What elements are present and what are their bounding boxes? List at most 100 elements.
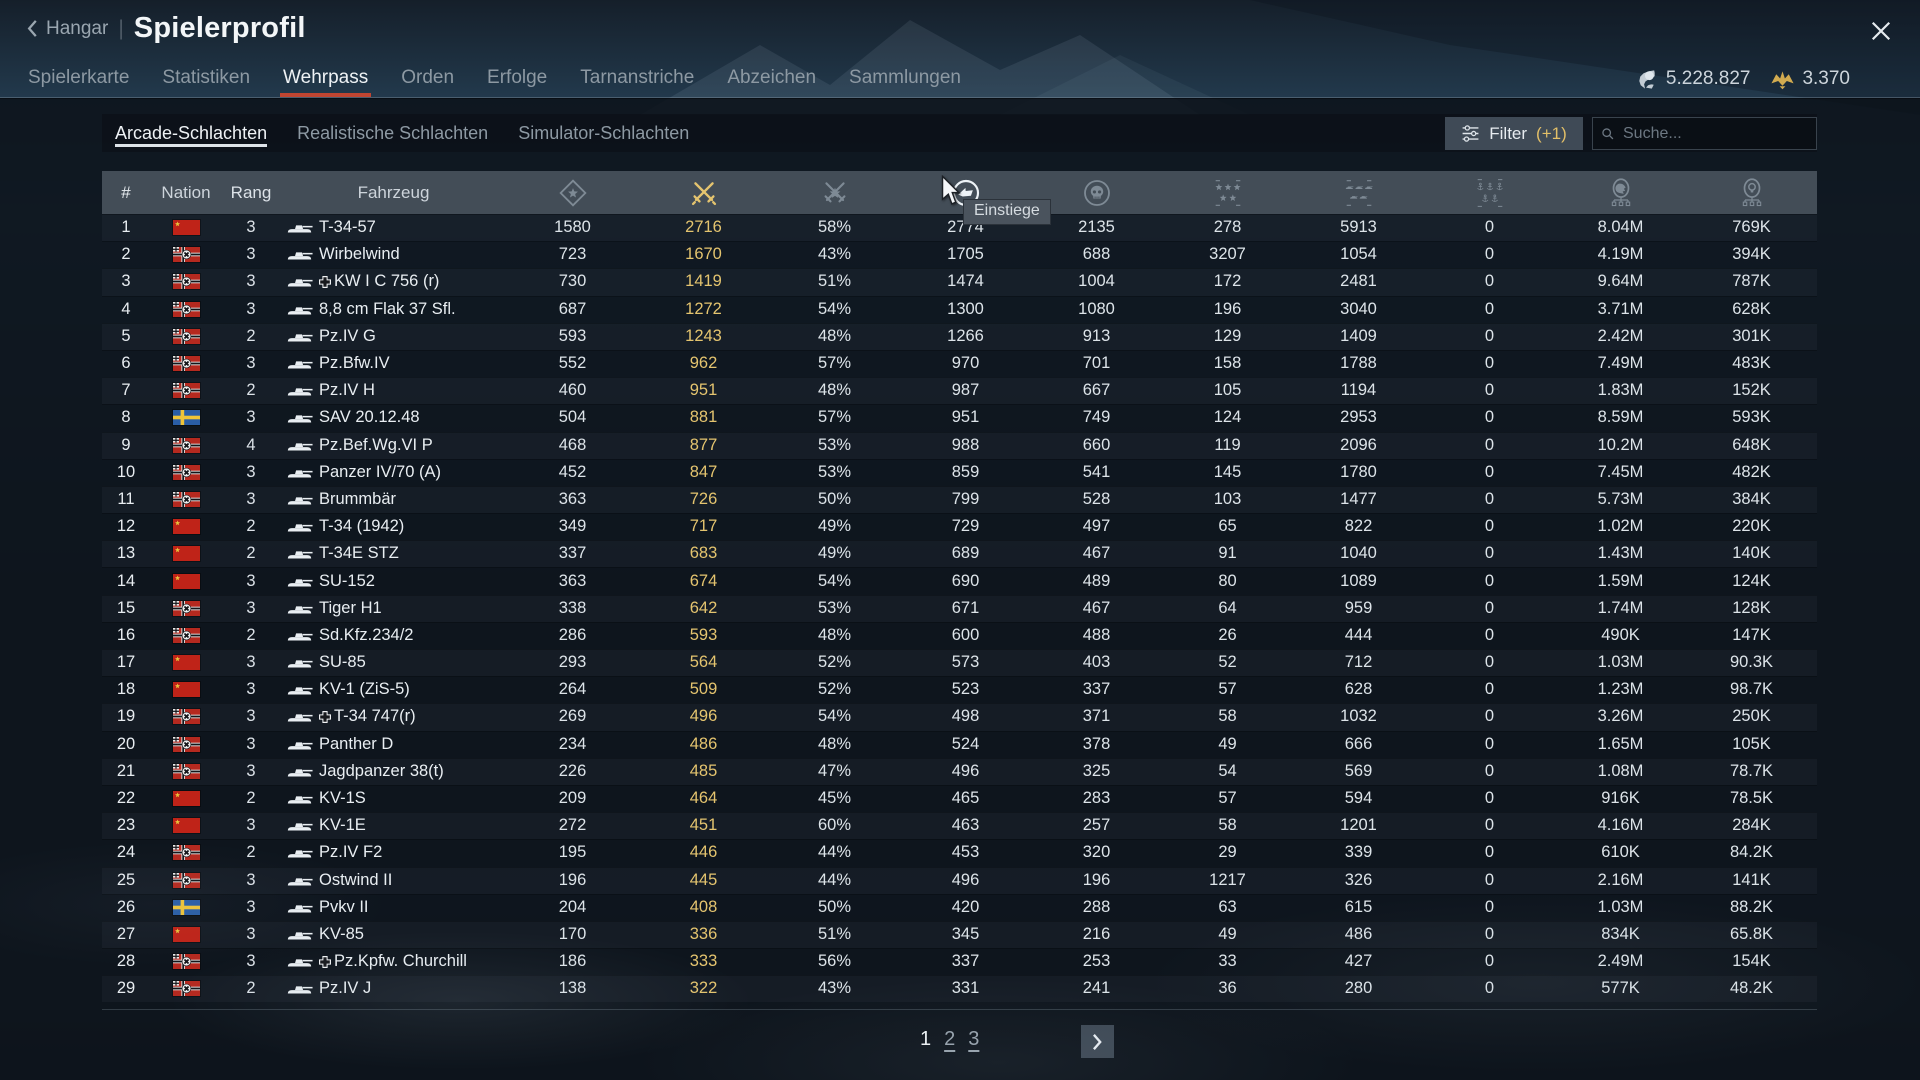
- table-row-10[interactable]: 103Panzer IV/70 (A)45284753%859541145178…: [102, 459, 1817, 486]
- table-row-18[interactable]: 183KV-1 (ZiS-5)26450952%5233375762801.23…: [102, 676, 1817, 703]
- stat-deaths: 1080: [1031, 300, 1162, 319]
- research-points-icon[interactable]: [1686, 178, 1817, 208]
- stat-victories: 460: [507, 381, 638, 400]
- stat-deaths: 749: [1031, 408, 1162, 427]
- table-row-8[interactable]: 83SAV 20.12.4850488157%951749124295308.5…: [102, 404, 1817, 431]
- stat-victories: 337: [507, 544, 638, 563]
- table-row-4[interactable]: 438,8 cm Flak 37 Sfl.687127254%130010801…: [102, 296, 1817, 323]
- table-row-19[interactable]: 193T-34 747(r)26949654%49837158103203.26…: [102, 703, 1817, 730]
- stat-air-kills: 26: [1162, 626, 1293, 645]
- page-2[interactable]: 2: [944, 1028, 955, 1051]
- mode-tab-simulator-schlachten[interactable]: Simulator-Schlachten: [518, 114, 689, 152]
- row-number: 16: [102, 626, 150, 645]
- vehicle-cell: Tiger H1: [280, 599, 507, 618]
- stat-research: 48.2K: [1686, 979, 1817, 998]
- winrate-icon[interactable]: [769, 178, 900, 208]
- next-page-button[interactable]: [1081, 1025, 1114, 1058]
- table-row-6[interactable]: 63Pz.Bfw.IV55296257%970701158178807.49M4…: [102, 350, 1817, 377]
- column-header-vehicle[interactable]: Fahrzeug: [280, 183, 507, 203]
- nation-cell: [150, 628, 222, 643]
- table-row-11[interactable]: 113Brummbär36372650%799528103147705.73M3…: [102, 486, 1817, 513]
- tab-sammlungen[interactable]: Sammlungen: [849, 59, 961, 97]
- table-row-1[interactable]: 13T-34-571580271658%27742135278591308.04…: [102, 214, 1817, 241]
- table-row-5[interactable]: 52Pz.IV G593124348%1266913129140902.42M3…: [102, 323, 1817, 350]
- mode-tab-arcade-schlachten[interactable]: Arcade-Schlachten: [115, 114, 267, 152]
- stat-ground-kills: 486: [1293, 925, 1424, 944]
- stat-research: 220K: [1686, 517, 1817, 536]
- table-row-25[interactable]: 253Ostwind II19644544%496196121732602.16…: [102, 867, 1817, 894]
- stat-research: 787K: [1686, 272, 1817, 291]
- victories-icon[interactable]: [507, 178, 638, 208]
- rank-value: 2: [222, 517, 280, 536]
- golden-eagle-icon: [1770, 67, 1795, 92]
- table-row-16[interactable]: 162Sd.Kfz.234/228659348%600488264440490K…: [102, 622, 1817, 649]
- column-header-number[interactable]: #: [102, 171, 150, 214]
- table-row-3[interactable]: 33KW I C 756 (r)730141951%14741004172248…: [102, 268, 1817, 295]
- table-row-7[interactable]: 72Pz.IV H46095148%987667105119401.83M152…: [102, 377, 1817, 404]
- table-row-13[interactable]: 132T-34E STZ33768349%68946791104001.43M1…: [102, 540, 1817, 567]
- air-kills-icon[interactable]: [1162, 178, 1293, 208]
- tab-abzeichen[interactable]: Abzeichen: [727, 59, 816, 97]
- stat-battles: 593: [638, 626, 769, 645]
- stat-victories: 552: [507, 354, 638, 373]
- stat-silver-lions: 1.65M: [1555, 735, 1686, 754]
- stat-winrate: 50%: [769, 490, 900, 509]
- stat-research: 628K: [1686, 300, 1817, 319]
- stat-air-kills: 36: [1162, 979, 1293, 998]
- flag-ussr-icon: [173, 655, 200, 670]
- naval-kills-icon[interactable]: [1424, 178, 1555, 208]
- stat-victories: 363: [507, 490, 638, 509]
- tab-orden[interactable]: Orden: [401, 59, 454, 97]
- search-icon: [1601, 127, 1615, 141]
- stat-winrate: 54%: [769, 572, 900, 591]
- column-header-nation[interactable]: Nation: [150, 183, 222, 203]
- vehicle-cell: KV-1S: [280, 789, 507, 808]
- table-row-29[interactable]: 292Pz.IV J13832243%331241362800577K48.2K: [102, 975, 1817, 1002]
- table-row-26[interactable]: 263Pvkv II20440850%4202886361501.03M88.2…: [102, 894, 1817, 921]
- stat-ground-kills: 1780: [1293, 463, 1424, 482]
- table-row-20[interactable]: 203Panther D23448648%5243784966601.65M10…: [102, 731, 1817, 758]
- nation-cell: [150, 981, 222, 996]
- tab-statistiken[interactable]: Statistiken: [162, 59, 250, 97]
- table-row-22[interactable]: 222KV-1S20946445%465283575940916K78.5K: [102, 785, 1817, 812]
- table-row-15[interactable]: 153Tiger H133864253%6714676495901.74M128…: [102, 595, 1817, 622]
- table-row-24[interactable]: 242Pz.IV F219544644%453320293390610K84.2…: [102, 839, 1817, 866]
- stat-naval-kills: 0: [1424, 300, 1555, 319]
- table-row-14[interactable]: 143SU-15236367454%69048980108901.59M124K: [102, 567, 1817, 594]
- table-row-23[interactable]: 233KV-1E27245160%46325758120104.16M284K: [102, 812, 1817, 839]
- rank-value: 2: [222, 544, 280, 563]
- stat-sorties: 1474: [900, 272, 1031, 291]
- table-row-17[interactable]: 173SU-8529356452%5734035271201.03M90.3K: [102, 649, 1817, 676]
- back-to-hangar-button[interactable]: Hangar: [26, 18, 108, 40]
- stat-deaths: 216: [1031, 925, 1162, 944]
- tab-erfolge[interactable]: Erfolge: [487, 59, 547, 97]
- mode-tab-realistische-schlachten[interactable]: Realistische Schlachten: [297, 114, 488, 152]
- page-1[interactable]: 1: [920, 1028, 931, 1051]
- battles-icon[interactable]: [638, 178, 769, 208]
- stat-victories: 730: [507, 272, 638, 291]
- table-row-21[interactable]: 213Jagdpanzer 38(t)22648547%496325545690…: [102, 758, 1817, 785]
- page-3[interactable]: 3: [968, 1028, 979, 1051]
- table-row-28[interactable]: 283Pz.Kpfw. Churchill18633356%3372533342…: [102, 948, 1817, 975]
- chevron-right-icon: [1092, 1033, 1103, 1051]
- table-row-27[interactable]: 273KV-8517033651%345216494860834K65.8K: [102, 921, 1817, 948]
- tab-wehrpass[interactable]: Wehrpass: [283, 59, 368, 97]
- row-number: 8: [102, 408, 150, 427]
- stat-naval-kills: 0: [1424, 544, 1555, 563]
- tab-tarnanstriche[interactable]: Tarnanstriche: [580, 59, 694, 97]
- close-button[interactable]: [1870, 20, 1894, 44]
- silver-lions-icon[interactable]: [1555, 178, 1686, 208]
- flag-germany-icon: [173, 247, 200, 262]
- ground-kills-icon[interactable]: [1293, 178, 1424, 208]
- rank-value: 3: [222, 952, 280, 971]
- filter-button[interactable]: Filter (+1): [1445, 117, 1583, 150]
- table-row-9[interactable]: 94Pz.Bef.Wg.VI P46887753%988660119209601…: [102, 432, 1817, 459]
- vehicle-name: Pz.IV J: [319, 979, 371, 998]
- table-row-2[interactable]: 23Wirbelwind723167043%17056883207105404.…: [102, 241, 1817, 268]
- tab-spielerkarte[interactable]: Spielerkarte: [28, 59, 129, 97]
- search-input[interactable]: [1621, 124, 1805, 144]
- column-header-rank[interactable]: Rang: [222, 171, 280, 214]
- vehicle-cell: 8,8 cm Flak 37 Sfl.: [280, 300, 507, 319]
- stat-deaths: 371: [1031, 707, 1162, 726]
- table-row-12[interactable]: 122T-34 (1942)34971749%7294976582201.02M…: [102, 513, 1817, 540]
